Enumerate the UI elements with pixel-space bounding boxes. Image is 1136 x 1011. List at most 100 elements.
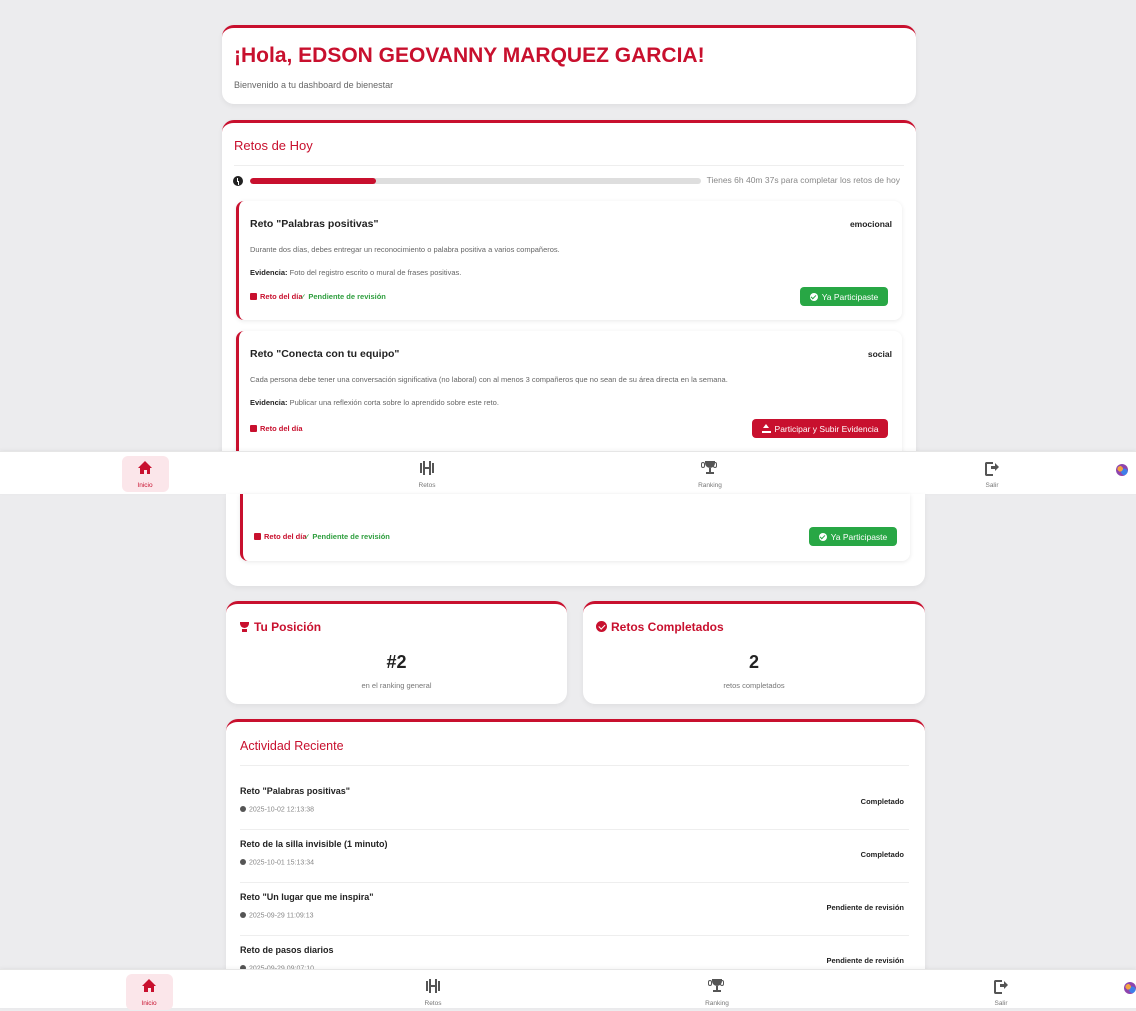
participate-button-label: Participar y Subir Evidencia bbox=[774, 423, 879, 434]
challenge-card: Reto del día ✓ Pendiente de revisión Ya … bbox=[240, 494, 910, 561]
section-divider bbox=[240, 765, 909, 766]
activity-title: Reto de pasos diarios bbox=[240, 945, 334, 955]
clock-icon bbox=[240, 859, 246, 865]
activity-date-text: 2025-10-01 15:13:34 bbox=[249, 859, 314, 867]
nav-item-ranking[interactable]: Ranking bbox=[665, 452, 755, 493]
challenge-description: Durante dos días, debes entregar un reco… bbox=[250, 245, 560, 254]
greeting-title: ¡Hola, EDSON GEOVANNY MARQUEZ GARCIA! bbox=[234, 44, 705, 67]
home-icon bbox=[138, 461, 152, 475]
day-tag-label: Reto del día bbox=[264, 532, 307, 541]
language-globe-icon[interactable] bbox=[1124, 982, 1136, 994]
bottom-nav: Inicio Retos Ranking Salir bbox=[0, 451, 1136, 494]
participate-upload-button[interactable]: Participar y Subir Evidencia bbox=[752, 419, 888, 438]
section-divider bbox=[234, 165, 904, 166]
dumbbell-icon bbox=[426, 979, 440, 993]
activity-date: 2025-10-01 15:13:34 bbox=[240, 859, 314, 867]
gift-icon bbox=[250, 425, 257, 432]
activity-status: Completado bbox=[860, 850, 904, 859]
nav-label: Retos bbox=[418, 482, 436, 489]
position-card: Tu Posición #2 en el ranking general bbox=[226, 601, 567, 704]
day-challenge-tag: Reto del día bbox=[254, 532, 307, 541]
nav-item-retos[interactable]: Retos bbox=[388, 970, 478, 1011]
participated-button[interactable]: Ya Participaste bbox=[809, 527, 897, 546]
activity-status: Pendiente de revisión bbox=[826, 956, 904, 965]
nav-item-inicio[interactable]: Inicio bbox=[104, 970, 194, 1011]
challenge-evidence: Evidencia: Foto del registro escrito o m… bbox=[250, 268, 461, 277]
gift-icon bbox=[254, 533, 261, 540]
nav-item-inicio[interactable]: Inicio bbox=[100, 452, 190, 493]
completed-card: Retos Completados 2 retos completados bbox=[583, 601, 925, 704]
pending-review-tag: ✓ Pendiente de revisión bbox=[300, 292, 386, 301]
participated-button[interactable]: Ya Participaste bbox=[800, 287, 888, 306]
activity-date: 2025-10-02 12:13:38 bbox=[240, 806, 314, 814]
recent-activity-title: Actividad Reciente bbox=[240, 739, 344, 753]
challenge-card: Reto "Conecta con tu equipo" social Cada… bbox=[236, 331, 902, 463]
day-tag-label: Reto del día bbox=[260, 292, 303, 301]
time-progress-fill bbox=[250, 178, 377, 184]
challenge-category: emocional bbox=[849, 219, 892, 229]
position-title-label: Tu Posición bbox=[254, 620, 322, 634]
language-globe-icon[interactable] bbox=[1116, 464, 1128, 476]
completed-value: 2 bbox=[748, 652, 759, 672]
today-challenges-title: Retos de Hoy bbox=[234, 138, 313, 153]
trophy-icon bbox=[239, 622, 250, 632]
dumbbell-icon bbox=[420, 461, 434, 475]
greeting-card: ¡Hola, EDSON GEOVANNY MARQUEZ GARCIA! Bi… bbox=[222, 25, 916, 104]
completed-caption: retos completados bbox=[723, 681, 785, 690]
check-circle-icon bbox=[596, 621, 607, 632]
position-value: #2 bbox=[386, 652, 407, 672]
today-challenges-card-continued: Reto del día ✓ Pendiente de revisión Ya … bbox=[226, 494, 925, 586]
check-circle-icon bbox=[818, 532, 827, 541]
nav-label: Inicio bbox=[137, 482, 153, 489]
recent-activity-card: Actividad Reciente Reto "Palabras positi… bbox=[226, 719, 925, 979]
challenge-card: Reto "Palabras positivas" emocional Dura… bbox=[236, 201, 902, 320]
nav-label: Salir bbox=[985, 482, 999, 489]
nav-item-salir[interactable]: Salir bbox=[956, 970, 1046, 1011]
evidence-label: Evidencia: bbox=[250, 398, 288, 407]
activity-item: Reto "Palabras positivas" 2025-10-02 12:… bbox=[240, 776, 909, 830]
time-progress-track bbox=[250, 178, 701, 184]
time-progress: Tienes 6h 40m 37s para completar los ret… bbox=[233, 174, 900, 188]
upload-icon bbox=[761, 424, 771, 433]
evidence-text: Foto del registro escrito o mural de fra… bbox=[289, 268, 462, 277]
challenge-category: social bbox=[867, 349, 892, 359]
nav-item-salir[interactable]: Salir bbox=[947, 452, 1037, 493]
day-tag-label: Reto del día bbox=[260, 424, 303, 433]
position-caption: en el ranking general bbox=[361, 681, 432, 690]
day-challenge-tag: Reto del día bbox=[250, 292, 303, 301]
activity-title: Reto de la silla invisible (1 minuto) bbox=[240, 839, 388, 849]
nav-item-retos[interactable]: Retos bbox=[382, 452, 472, 493]
nav-item-ranking[interactable]: Ranking bbox=[672, 970, 762, 1011]
activity-item: Reto "Un lugar que me inspira" 2025-09-2… bbox=[240, 882, 909, 936]
check-circle-icon bbox=[809, 292, 818, 301]
activity-status: Completado bbox=[860, 797, 904, 806]
activity-date-text: 2025-09-29 11:09:13 bbox=[249, 912, 314, 920]
today-challenges-card: Retos de Hoy Tienes 6h 40m 37s para comp… bbox=[222, 120, 916, 463]
gift-icon bbox=[250, 293, 257, 300]
activity-title: Reto "Palabras positivas" bbox=[240, 786, 351, 796]
activity-title: Reto "Un lugar que me inspira" bbox=[240, 892, 374, 902]
activity-status: Pendiente de revisión bbox=[826, 903, 904, 912]
challenge-title: Reto "Conecta con tu equipo" bbox=[250, 348, 400, 360]
nav-label: Ranking bbox=[698, 482, 722, 489]
logout-icon bbox=[985, 461, 999, 476]
clock-icon bbox=[240, 912, 246, 918]
clock-icon bbox=[233, 176, 243, 186]
nav-label: Salir bbox=[994, 1000, 1008, 1007]
completed-title: Retos Completados bbox=[596, 620, 724, 634]
pending-review-tag: ✓ Pendiente de revisión bbox=[304, 532, 390, 541]
greeting-subtitle: Bienvenido a tu dashboard de bienestar bbox=[234, 80, 394, 90]
activity-item: Reto de la silla invisible (1 minuto) 20… bbox=[240, 829, 909, 883]
clock-icon bbox=[240, 806, 246, 812]
nav-label: Ranking bbox=[705, 1000, 729, 1007]
day-challenge-tag: Reto del día bbox=[250, 424, 303, 433]
challenge-evidence: Evidencia: Publicar una reflexión corta … bbox=[250, 398, 499, 407]
challenge-title: Reto "Palabras positivas" bbox=[250, 218, 379, 230]
timer-text: Tienes 6h 40m 37s para completar los ret… bbox=[706, 175, 900, 185]
participated-button-label: Ya Participaste bbox=[821, 291, 879, 302]
logout-icon bbox=[994, 979, 1008, 994]
activity-date: 2025-09-29 11:09:13 bbox=[240, 912, 313, 920]
nav-label: Inicio bbox=[141, 1000, 157, 1007]
trophy-icon bbox=[701, 461, 717, 475]
evidence-text: Publicar una reflexión corta sobre lo ap… bbox=[289, 398, 499, 407]
